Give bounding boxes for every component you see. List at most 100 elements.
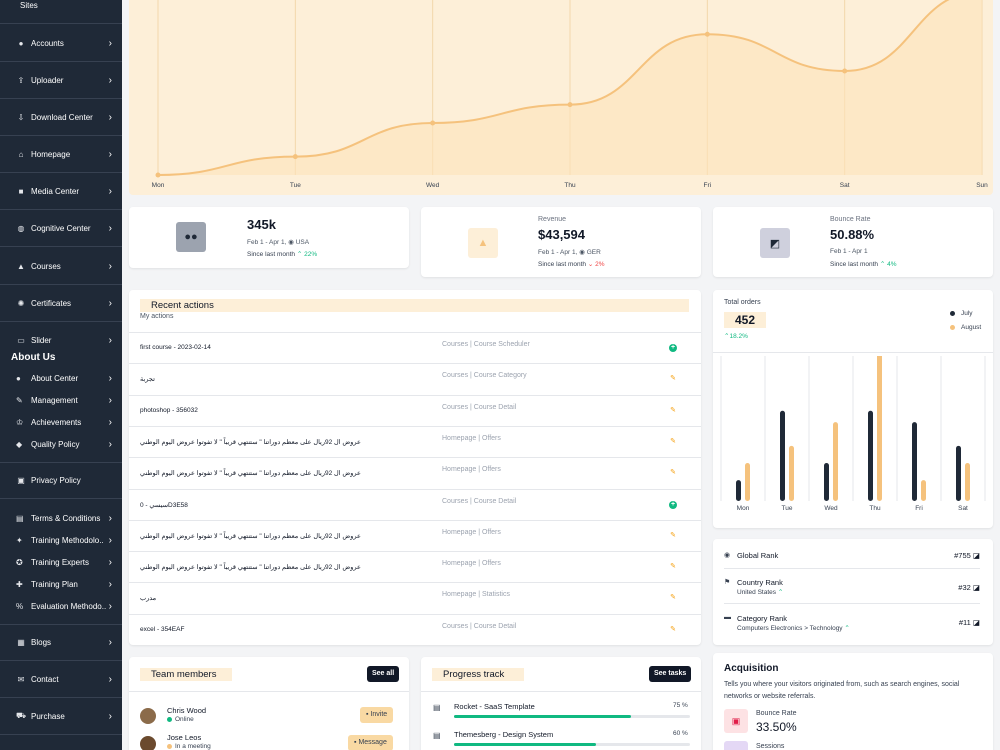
table-row: first course - 2023-02-14 Courses | Cours… [129, 332, 701, 363]
sidebar-item-purchase[interactable]: ⛟ Purchase › [0, 698, 122, 735]
total-orders-value: 452 [724, 312, 766, 328]
edit-icon[interactable]: ✎ [669, 563, 677, 571]
avatar [140, 736, 156, 750]
member-status: Online [167, 716, 194, 723]
stat-range-text: Feb 1 - Apr 1, [538, 249, 578, 256]
sidebar-item-cognitive-center[interactable]: ◍ Cognitive Center › [0, 210, 122, 247]
sidebar-item-training-methodology[interactable]: ✦ Training Methodolo.. › [0, 529, 122, 551]
plan-icon: ✚ [16, 579, 23, 589]
certificate-icon: ✺ [17, 298, 25, 308]
invite-button[interactable]: ▪ Invite [360, 707, 394, 723]
trophy-icon: ♔ [16, 417, 24, 427]
edit-icon[interactable]: ✎ [669, 594, 677, 602]
method-icon: ✦ [16, 535, 23, 545]
bar-august [833, 422, 838, 501]
sidebar-item-evaluation-methodology[interactable]: % Evaluation Methodo.. › [0, 595, 122, 617]
sidebar-item-quality-policy[interactable]: ◆ Quality Policy › [0, 433, 122, 455]
progress-fill [454, 743, 596, 746]
action-name: عروض ال 92ريال على معظم دوراتنا " ستنتهي… [140, 564, 361, 572]
sidebar-item-blogs[interactable]: ▦ Blogs › [0, 624, 122, 661]
stat-range: Feb 1 - Apr 1, ◉ GER [538, 248, 601, 256]
stat-since-text: Since last month [538, 261, 587, 268]
bar-july [736, 480, 741, 501]
graduation-cap-icon: ▲ [17, 261, 25, 271]
table-row: 0 - سيسيD3E58 Courses | Course Detail + [129, 488, 701, 520]
sidebar-item-label: Evaluation Methodo.. [31, 601, 107, 611]
rank-value-text: #11 [958, 618, 971, 627]
sidebar-item-training-experts[interactable]: ✪ Training Experts › [0, 551, 122, 573]
total-orders-label: Total orders [724, 299, 761, 306]
sidebar-item-accounts[interactable]: ● Accounts › [0, 25, 122, 62]
sidebar-item-contact[interactable]: ✉ Contact › [0, 661, 122, 698]
document-icon: ▤ [433, 731, 441, 740]
edit-icon[interactable]: ✎ [669, 626, 677, 634]
progress-track-card: Progress track See tasks ▤ Rocket - SaaS… [421, 657, 701, 750]
presentation-icon: ◩ [760, 228, 790, 258]
edit-icon[interactable]: ✎ [669, 375, 677, 383]
edit-icon[interactable]: ✎ [669, 469, 677, 477]
sidebar-item-download-center[interactable]: ⇩ Download Center › [0, 99, 122, 136]
users-icon: ●● [176, 222, 206, 252]
action-category: Homepage | Offers [442, 528, 501, 536]
message-button[interactable]: ▪ Message [348, 735, 393, 750]
chevron-right-icon: › [108, 335, 112, 346]
upload-icon: ⇪ [17, 75, 25, 85]
member-status-text: Online [175, 716, 194, 723]
action-name: عروض ال 92ريال على معظم دوراتنا " ستنتهي… [140, 532, 361, 540]
total-orders-change: ⌃18.2% [724, 332, 748, 340]
globe-icon: ◉ [724, 552, 731, 559]
info-icon: ● [16, 373, 21, 383]
action-name: عروض ال 92ريال على معظم دوراتنا " ستنتهي… [140, 470, 361, 478]
data-point [704, 31, 710, 37]
progress-fill [454, 715, 631, 718]
sales-area-chart: Mon Tue Wed Thu Fri Sat Sun [129, 0, 993, 195]
sidebar-item-label: Accounts [31, 38, 64, 48]
sidebar-item-label: Courses [31, 261, 61, 271]
sidebar-item-training-plan[interactable]: ✚ Training Plan › [0, 573, 122, 595]
edit-icon[interactable]: ✎ [669, 438, 677, 446]
sidebar-item-achievements[interactable]: ♔ Achievements › [0, 411, 122, 433]
legend-july: July [950, 310, 973, 317]
x-tick-label: Sun [976, 182, 988, 189]
total-orders-card: Total orders 452 ⌃18.2% July August Mon T… [713, 290, 993, 528]
data-point [292, 154, 298, 160]
plus-icon[interactable]: + [669, 344, 677, 352]
bar-august [921, 480, 926, 501]
sidebar-item-about-center[interactable]: ● About Center › [0, 367, 122, 389]
sidebar-item-privacy-policy[interactable]: ▣ Privacy Policy [0, 462, 122, 499]
sidebar-item-media-center[interactable]: ■ Media Center › [0, 173, 122, 210]
shopping-bag-icon: ▲ [468, 228, 498, 258]
chevron-right-icon: › [108, 534, 112, 546]
see-tasks-button[interactable]: See tasks [649, 666, 692, 682]
x-tick-label: Fri [704, 182, 712, 189]
sidebar-item-sites[interactable]: Sites [0, 0, 122, 24]
edit-icon[interactable]: ✎ [669, 407, 677, 415]
sidebar-item-label: Contact [31, 674, 59, 684]
edit-icon[interactable]: ✎ [669, 532, 677, 540]
sidebar-item-certificates[interactable]: ✺ Certificates › [0, 285, 122, 322]
rank-title: Country Rank [737, 578, 783, 587]
progress-name: Themesberg - Design System [454, 730, 554, 739]
recent-actions-subtitle: My actions [140, 313, 174, 320]
x-tick-label: Mon [737, 505, 750, 512]
rank-title: Category Rank [737, 614, 788, 623]
stat-value: 50.88% [830, 227, 875, 242]
action-name: excel - 354EAF [140, 625, 185, 633]
sidebar-item-management[interactable]: ✎ Management › [0, 389, 122, 411]
sidebar-item-homepage[interactable]: ⌂ Homepage › [0, 136, 122, 173]
sidebar-item-terms[interactable]: ▤ Terms & Conditions › [0, 507, 122, 529]
rank-row-global: ◉ Global Rank #755 ◪ [724, 539, 980, 569]
chevron-right-icon: › [108, 710, 112, 722]
avatar [140, 708, 156, 724]
stat-value: 345k [247, 217, 276, 232]
see-all-button[interactable]: See all [367, 666, 400, 682]
video-icon: ■ [18, 186, 24, 196]
sidebar-item-courses[interactable]: ▲ Courses › [0, 248, 122, 285]
member-status: In a meeting [167, 743, 211, 750]
plus-icon[interactable]: + [669, 500, 677, 509]
bar-july [868, 410, 873, 501]
sidebar-item-uploader[interactable]: ⇪ Uploader › [0, 62, 122, 99]
stat-location: USA [295, 239, 310, 246]
stat-card-bounce-rate: ◩ Bounce Rate 50.88% Feb 1 - Apr 1 Since… [713, 207, 993, 277]
cart-icon: ⛟ [15, 711, 27, 720]
